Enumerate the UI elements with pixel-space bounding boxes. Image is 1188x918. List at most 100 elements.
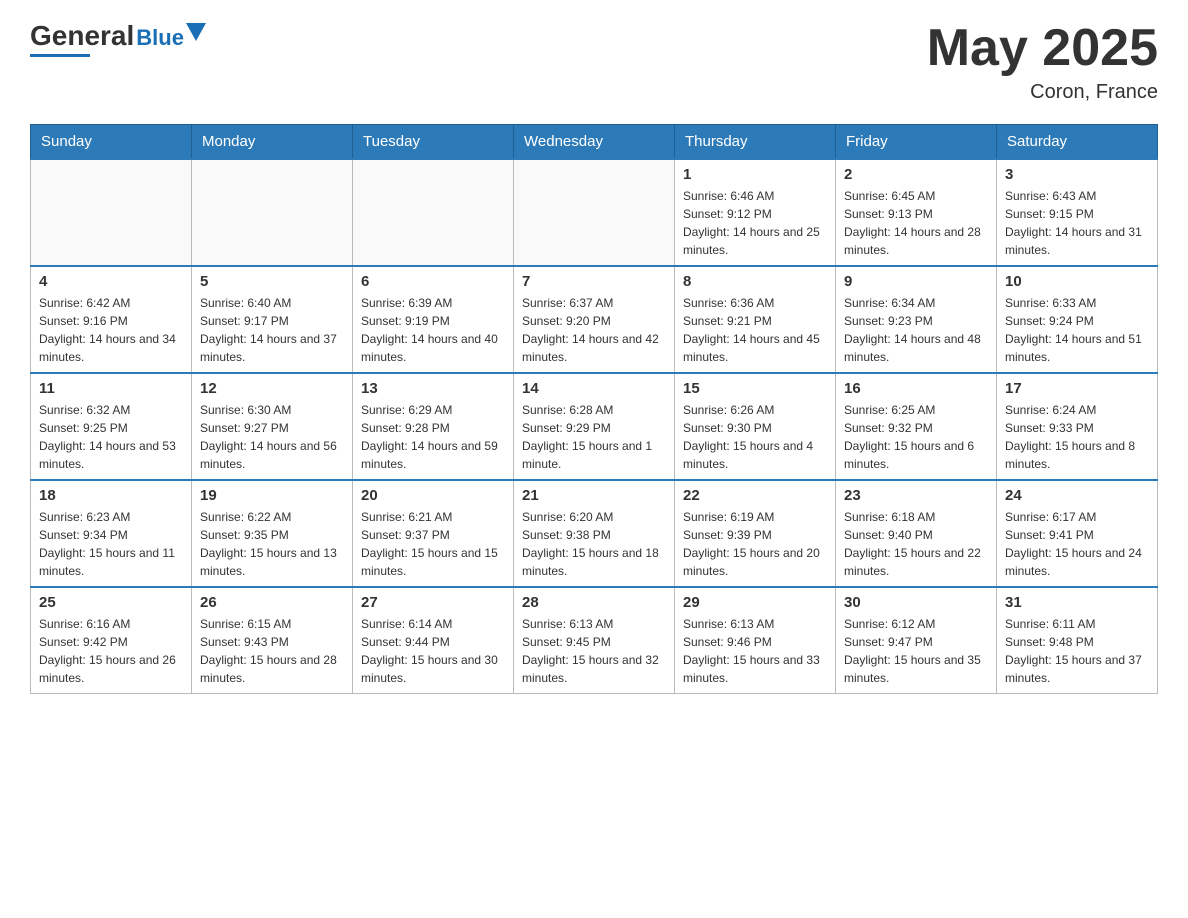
day-info: Sunrise: 6:46 AM Sunset: 9:12 PM Dayligh… (683, 187, 827, 259)
calendar-cell: 26Sunrise: 6:15 AM Sunset: 9:43 PM Dayli… (192, 587, 353, 694)
calendar-week-row: 1 Sunrise: 6:46 AM Sunset: 9:12 PM Daylig… (31, 159, 1158, 266)
day-info: Sunrise: 6:23 AM Sunset: 9:34 PM Dayligh… (39, 508, 183, 580)
day-info: Sunrise: 6:25 AM Sunset: 9:32 PM Dayligh… (844, 401, 988, 473)
day-number: 24 (1005, 487, 1149, 504)
day-number: 18 (39, 487, 183, 504)
day-number: 26 (200, 594, 344, 611)
calendar-cell: 13Sunrise: 6:29 AM Sunset: 9:28 PM Dayli… (353, 373, 514, 480)
day-info: Sunrise: 6:12 AM Sunset: 9:47 PM Dayligh… (844, 615, 988, 687)
day-number: 4 (39, 273, 183, 290)
day-info: Sunrise: 6:40 AM Sunset: 9:17 PM Dayligh… (200, 294, 344, 366)
day-number: 16 (844, 380, 988, 397)
day-info: Sunrise: 6:34 AM Sunset: 9:23 PM Dayligh… (844, 294, 988, 366)
day-info: Sunrise: 6:17 AM Sunset: 9:41 PM Dayligh… (1005, 508, 1149, 580)
calendar-cell (192, 159, 353, 266)
day-number: 17 (1005, 380, 1149, 397)
calendar-cell: 15 Sunrise: 6:26 AM Sunset: 9:30 PM Dayli… (675, 373, 836, 480)
calendar-cell: 16 Sunrise: 6:25 AM Sunset: 9:32 PM Dayli… (836, 373, 997, 480)
day-info: Sunrise: 6:22 AM Sunset: 9:35 PM Dayligh… (200, 508, 344, 580)
day-info: Sunrise: 6:33 AM Sunset: 9:24 PM Dayligh… (1005, 294, 1149, 366)
day-number: 6 (361, 273, 505, 290)
day-info: Sunrise: 6:39 AM Sunset: 9:19 PM Dayligh… (361, 294, 505, 366)
calendar-cell: 5 Sunrise: 6:40 AM Sunset: 9:17 PM Daylig… (192, 266, 353, 373)
day-number: 5 (200, 273, 344, 290)
day-info: Sunrise: 6:37 AM Sunset: 9:20 PM Dayligh… (522, 294, 666, 366)
day-number: 13 (361, 380, 505, 397)
day-info: Sunrise: 6:26 AM Sunset: 9:30 PM Dayligh… (683, 401, 827, 473)
day-of-week-header: Friday (836, 125, 997, 160)
calendar-cell: 20Sunrise: 6:21 AM Sunset: 9:37 PM Dayli… (353, 480, 514, 587)
day-number: 30 (844, 594, 988, 611)
calendar-cell: 1 Sunrise: 6:46 AM Sunset: 9:12 PM Daylig… (675, 159, 836, 266)
logo-blue-text: Blue (136, 25, 184, 51)
day-info: Sunrise: 6:19 AM Sunset: 9:39 PM Dayligh… (683, 508, 827, 580)
day-number: 3 (1005, 166, 1149, 183)
day-number: 29 (683, 594, 827, 611)
day-number: 1 (683, 166, 827, 183)
calendar-cell: 29Sunrise: 6:13 AM Sunset: 9:46 PM Dayli… (675, 587, 836, 694)
calendar-cell: 9 Sunrise: 6:34 AM Sunset: 9:23 PM Daylig… (836, 266, 997, 373)
calendar-table: SundayMondayTuesdayWednesdayThursdayFrid… (30, 124, 1158, 694)
calendar-cell: 8 Sunrise: 6:36 AM Sunset: 9:21 PM Daylig… (675, 266, 836, 373)
logo: General Blue (30, 20, 206, 57)
day-number: 2 (844, 166, 988, 183)
day-number: 28 (522, 594, 666, 611)
day-number: 12 (200, 380, 344, 397)
calendar-cell (353, 159, 514, 266)
day-info: Sunrise: 6:30 AM Sunset: 9:27 PM Dayligh… (200, 401, 344, 473)
day-info: Sunrise: 6:18 AM Sunset: 9:40 PM Dayligh… (844, 508, 988, 580)
day-number: 22 (683, 487, 827, 504)
calendar-cell: 14Sunrise: 6:28 AM Sunset: 9:29 PM Dayli… (514, 373, 675, 480)
day-number: 8 (683, 273, 827, 290)
day-info: Sunrise: 6:36 AM Sunset: 9:21 PM Dayligh… (683, 294, 827, 366)
day-info: Sunrise: 6:32 AM Sunset: 9:25 PM Dayligh… (39, 401, 183, 473)
calendar-title: May 2025 (927, 20, 1158, 77)
calendar-cell: 7 Sunrise: 6:37 AM Sunset: 9:20 PM Daylig… (514, 266, 675, 373)
day-number: 31 (1005, 594, 1149, 611)
day-number: 20 (361, 487, 505, 504)
day-of-week-header: Wednesday (514, 125, 675, 160)
calendar-cell: 4 Sunrise: 6:42 AM Sunset: 9:16 PM Daylig… (31, 266, 192, 373)
day-info: Sunrise: 6:24 AM Sunset: 9:33 PM Dayligh… (1005, 401, 1149, 473)
calendar-cell: 12 Sunrise: 6:30 AM Sunset: 9:27 PM Dayli… (192, 373, 353, 480)
calendar-week-row: 4 Sunrise: 6:42 AM Sunset: 9:16 PM Daylig… (31, 266, 1158, 373)
day-number: 9 (844, 273, 988, 290)
day-number: 15 (683, 380, 827, 397)
calendar-cell: 3 Sunrise: 6:43 AM Sunset: 9:15 PM Daylig… (997, 159, 1158, 266)
day-info: Sunrise: 6:45 AM Sunset: 9:13 PM Dayligh… (844, 187, 988, 259)
calendar-cell: 6 Sunrise: 6:39 AM Sunset: 9:19 PM Daylig… (353, 266, 514, 373)
day-number: 27 (361, 594, 505, 611)
calendar-cell: 27 Sunrise: 6:14 AM Sunset: 9:44 PM Dayli… (353, 587, 514, 694)
calendar-cell (31, 159, 192, 266)
calendar-cell: 22 Sunrise: 6:19 AM Sunset: 9:39 PM Dayli… (675, 480, 836, 587)
calendar-week-row: 18 Sunrise: 6:23 AM Sunset: 9:34 PM Dayli… (31, 480, 1158, 587)
day-info: Sunrise: 6:16 AM Sunset: 9:42 PM Dayligh… (39, 615, 183, 687)
day-of-week-header: Sunday (31, 125, 192, 160)
calendar-cell: 21Sunrise: 6:20 AM Sunset: 9:38 PM Dayli… (514, 480, 675, 587)
day-info: Sunrise: 6:20 AM Sunset: 9:38 PM Dayligh… (522, 508, 666, 580)
calendar-cell: 24 Sunrise: 6:17 AM Sunset: 9:41 PM Dayli… (997, 480, 1158, 587)
day-of-week-header: Saturday (997, 125, 1158, 160)
title-block: May 2025 Coron, France (927, 20, 1158, 104)
day-info: Sunrise: 6:11 AM Sunset: 9:48 PM Dayligh… (1005, 615, 1149, 687)
page-header: General Blue May 2025 Coron, France (30, 20, 1158, 104)
calendar-week-row: 25 Sunrise: 6:16 AM Sunset: 9:42 PM Dayli… (31, 587, 1158, 694)
day-number: 25 (39, 594, 183, 611)
day-info: Sunrise: 6:14 AM Sunset: 9:44 PM Dayligh… (361, 615, 505, 687)
day-of-week-header: Tuesday (353, 125, 514, 160)
day-number: 7 (522, 273, 666, 290)
logo-general-text: General (30, 20, 134, 52)
calendar-cell: 31 Sunrise: 6:11 AM Sunset: 9:48 PM Dayli… (997, 587, 1158, 694)
logo-underline (30, 54, 90, 57)
day-number: 10 (1005, 273, 1149, 290)
day-info: Sunrise: 6:43 AM Sunset: 9:15 PM Dayligh… (1005, 187, 1149, 259)
calendar-cell: 23Sunrise: 6:18 AM Sunset: 9:40 PM Dayli… (836, 480, 997, 587)
calendar-cell: 2 Sunrise: 6:45 AM Sunset: 9:13 PM Daylig… (836, 159, 997, 266)
day-number: 19 (200, 487, 344, 504)
day-info: Sunrise: 6:42 AM Sunset: 9:16 PM Dayligh… (39, 294, 183, 366)
day-info: Sunrise: 6:13 AM Sunset: 9:45 PM Dayligh… (522, 615, 666, 687)
logo-triangle-icon (186, 23, 206, 41)
day-of-week-header: Thursday (675, 125, 836, 160)
calendar-subtitle: Coron, France (927, 81, 1158, 104)
day-number: 14 (522, 380, 666, 397)
